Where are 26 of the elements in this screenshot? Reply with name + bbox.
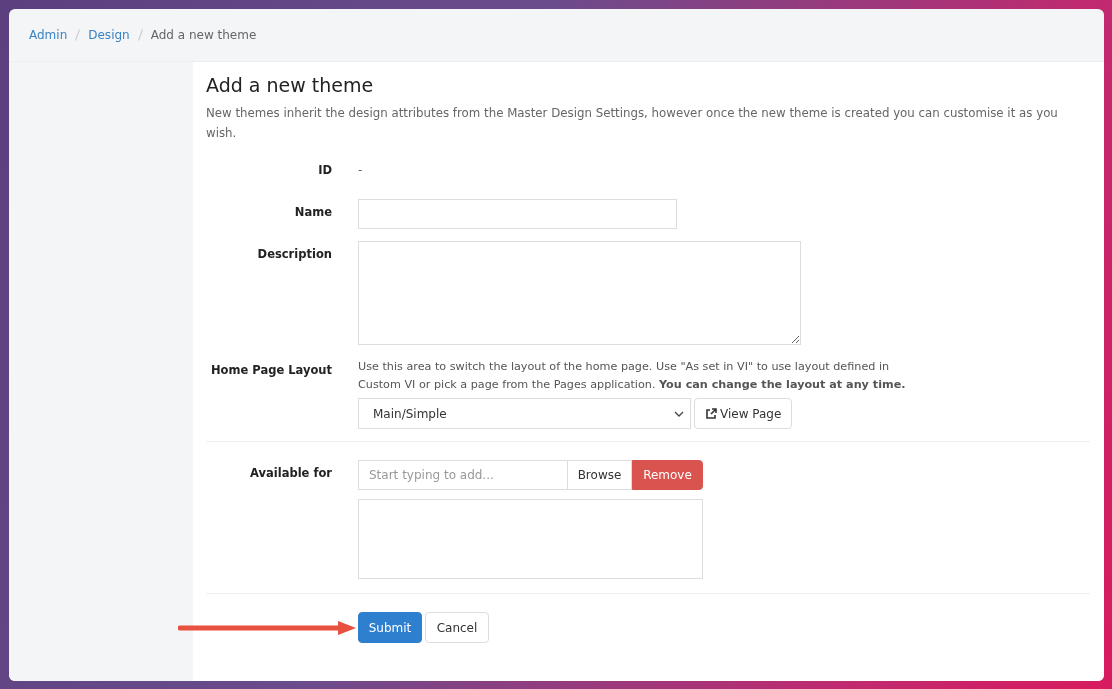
page-title: Add a new theme [206, 74, 375, 96]
intro-text: New themes inherit the design attributes from the Master Design Settings, however once the new theme is created you can customise it as you wish. [206, 105, 1059, 142]
breadcrumb-link[interactable]: Design [88, 28, 130, 42]
field-label: Home Page Layout [209, 362, 332, 377]
description-textarea[interactable] [358, 241, 801, 345]
available-for-input[interactable]: Start typing to add... [358, 460, 568, 490]
name-input[interactable] [358, 199, 677, 229]
field-label: Description [256, 246, 332, 261]
available-for-list[interactable] [358, 499, 703, 579]
help-text: Use this area to switch the layout of the home page. Use "As set in VI" to use layout defined in Custom VI or pick a page from the Pages application. You can change the layout at any time. [358, 359, 907, 393]
chevron-down-icon [674, 410, 684, 417]
remove-button[interactable]: Remove [632, 460, 703, 490]
browse-button[interactable]: Browse [568, 460, 632, 490]
submit-button[interactable]: Submit [358, 612, 422, 643]
breadcrumb-separator [75, 29, 81, 41]
view-page-button[interactable]: View Page [694, 398, 793, 429]
id-value: - [358, 162, 363, 179]
field-label: Name [293, 204, 332, 219]
layout-select[interactable]: Main/Simple [358, 398, 691, 429]
field-label: ID [317, 162, 332, 177]
cancel-button[interactable]: Cancel [425, 612, 489, 643]
field-label: Available for [249, 465, 332, 480]
breadcrumb-separator [137, 29, 143, 41]
breadcrumb-current: Add a new theme [150, 28, 257, 42]
breadcrumb-link[interactable]: Admin [29, 28, 68, 42]
external-link-icon [705, 407, 717, 420]
